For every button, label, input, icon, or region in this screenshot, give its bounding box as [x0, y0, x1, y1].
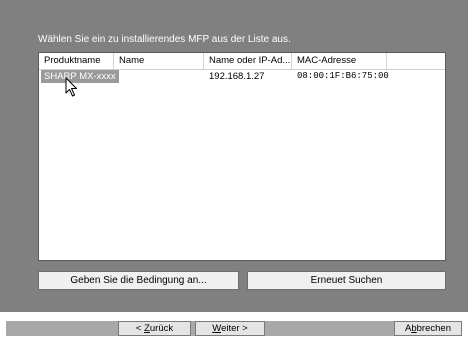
next-button-rest: eiter > — [221, 323, 248, 334]
cell-product-name: SHARP MX-xxxx — [41, 70, 119, 83]
back-button-rest: urück — [149, 323, 174, 334]
content-panel: Wählen Sie ein zu installierendes MFP au… — [0, 0, 468, 312]
table-row[interactable]: SHARP MX-xxxx 192.168.1.27 08:00:1F:B6:7… — [39, 70, 445, 83]
footer: < Zurück Weiter > Abbrechen — [0, 312, 468, 338]
back-button[interactable]: < Zurück — [118, 321, 191, 336]
column-header-product-name[interactable]: Produktname — [39, 53, 114, 69]
back-button-prefix: < — [135, 323, 145, 334]
mouse-pointer-icon — [65, 77, 77, 97]
specify-condition-button[interactable]: Geben Sie die Bedingung an... — [38, 271, 239, 290]
installer-dialog: Wählen Sie ein zu installierendes MFP au… — [0, 0, 468, 338]
column-header-name[interactable]: Name — [114, 53, 204, 69]
column-header-ip[interactable]: Name oder IP-Ad... — [204, 53, 292, 69]
cancel-button-rest: brechen — [416, 323, 451, 334]
cell-mac-address: 08:00:1F:B6:75:00 — [297, 71, 389, 81]
cell-ip-address: 192.168.1.27 — [209, 71, 265, 82]
column-header-mac[interactable]: MAC-Adresse — [292, 53, 387, 69]
next-button[interactable]: Weiter > — [195, 321, 265, 336]
device-list[interactable]: Produktname Name Name oder IP-Ad... MAC-… — [38, 52, 446, 261]
cancel-button[interactable]: Abbrechen — [394, 321, 462, 336]
list-header: Produktname Name Name oder IP-Ad... MAC-… — [39, 53, 445, 70]
search-again-button[interactable]: Erneuet Suchen — [247, 271, 446, 290]
instruction-text: Wählen Sie ein zu installierendes MFP au… — [38, 34, 291, 45]
next-button-accesskey: W — [212, 323, 222, 334]
